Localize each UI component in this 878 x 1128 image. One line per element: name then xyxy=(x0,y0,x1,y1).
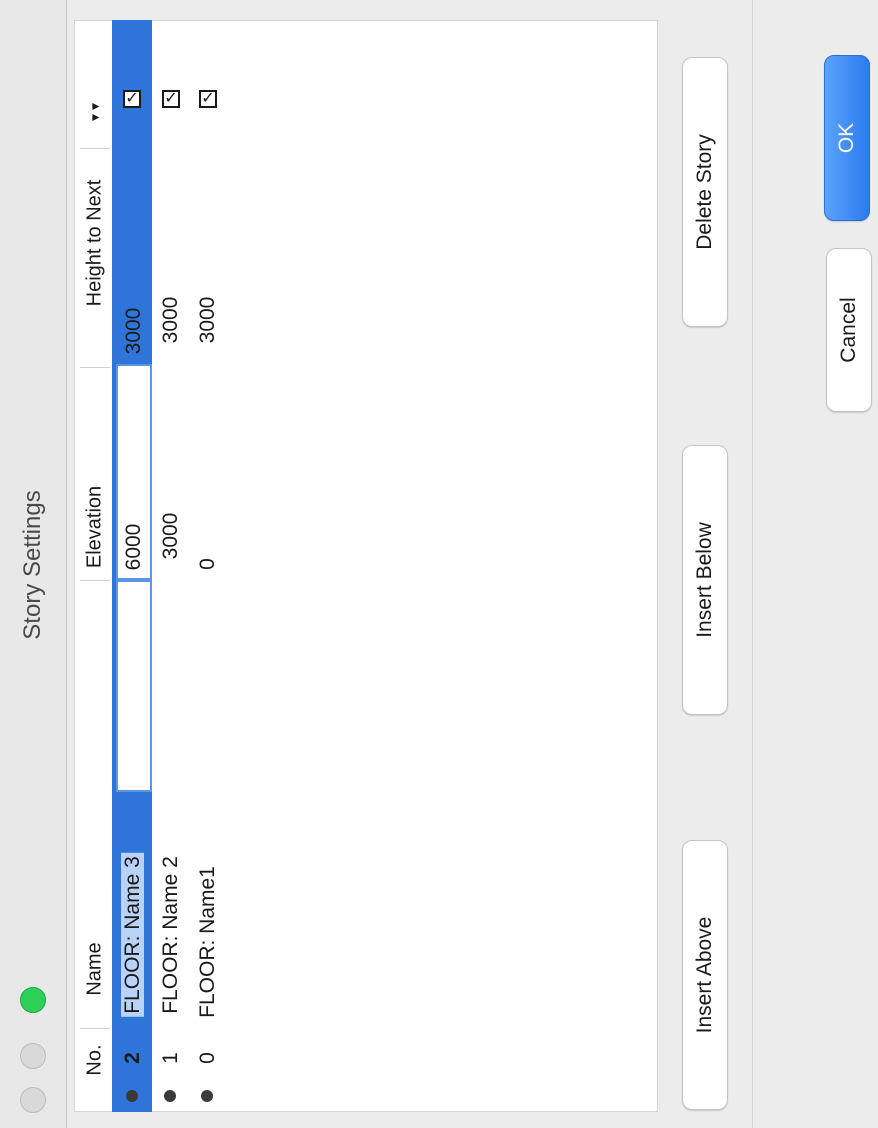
insert-above-label: Insert Above xyxy=(693,916,716,1034)
insert-below-label: Insert Below xyxy=(693,522,716,638)
title-bar: Story Settings xyxy=(0,0,67,1128)
row-name[interactable]: FLOOR: Name 2 xyxy=(159,856,183,1014)
row-height[interactable]: 3000 xyxy=(122,308,146,355)
cancel-label: Cancel xyxy=(837,297,860,363)
column-separator xyxy=(80,1028,110,1029)
elevation-edit-box[interactable] xyxy=(116,580,152,792)
minimize-window-button[interactable] xyxy=(20,1043,46,1069)
column-header-no[interactable]: No. xyxy=(84,1044,107,1075)
row-number: 0 xyxy=(196,1052,219,1064)
zoom-window-button[interactable] xyxy=(20,987,46,1013)
row-bullet-icon xyxy=(201,1090,213,1102)
row-checkbox[interactable]: ✓ xyxy=(162,90,180,108)
column-separator xyxy=(80,367,110,368)
window-title: Story Settings xyxy=(19,490,46,640)
ok-label: OK xyxy=(835,122,858,154)
row-name-text[interactable]: FLOOR: Name 3 xyxy=(121,853,144,1017)
row-number: 2 xyxy=(121,1052,144,1064)
row-height[interactable]: 3000 xyxy=(196,297,220,344)
column-header-height[interactable]: Height to Next xyxy=(84,180,107,307)
delete-story-label: Delete Story xyxy=(693,134,716,250)
close-window-button[interactable] xyxy=(20,1087,46,1113)
row-elevation[interactable]: 3000 xyxy=(159,513,183,560)
row-name[interactable]: FLOOR: Name1 xyxy=(196,866,220,1018)
row-checkbox[interactable]: ✓ xyxy=(199,90,217,108)
sort-arrows-icon[interactable]: ▾ ▾ xyxy=(87,103,104,121)
row-number: 1 xyxy=(159,1052,182,1064)
row-height[interactable]: 3000 xyxy=(159,297,183,344)
column-header-elevation[interactable]: Elevation xyxy=(84,486,107,568)
row-name[interactable]: FLOOR: Name 3 xyxy=(121,853,145,1017)
dialog-divider xyxy=(752,0,753,1128)
row-bullet-icon xyxy=(126,1090,138,1102)
delete-story-button[interactable]: Delete Story xyxy=(682,57,728,327)
ok-button[interactable]: OK xyxy=(824,55,870,221)
column-separator xyxy=(80,580,110,581)
row-checkbox[interactable]: ✓ xyxy=(123,90,141,108)
row-bullet-icon xyxy=(164,1090,176,1102)
insert-above-button[interactable]: Insert Above xyxy=(682,840,728,1110)
insert-below-button[interactable]: Insert Below xyxy=(682,445,728,715)
column-header-name[interactable]: Name xyxy=(84,942,107,995)
column-separator xyxy=(80,148,110,149)
row-elevation[interactable]: 0 xyxy=(196,558,220,570)
cancel-button[interactable]: Cancel xyxy=(826,248,872,412)
row-elevation[interactable]: 6000 xyxy=(122,524,146,571)
